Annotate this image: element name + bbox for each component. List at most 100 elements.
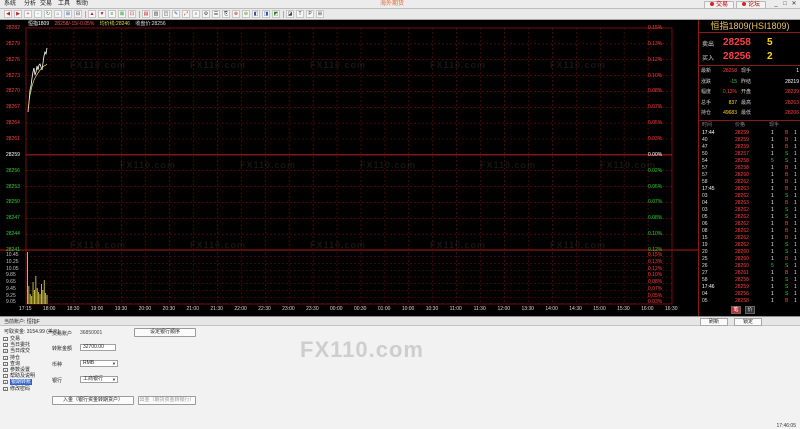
- tree-expand-icon[interactable]: +: [3, 367, 8, 372]
- tick-cell: 17:44: [702, 130, 715, 136]
- volume-percent-label: 0.07%: [648, 285, 663, 292]
- tick-row: 05 28262 1 S 1: [699, 214, 800, 221]
- tree-expand-icon[interactable]: +: [3, 361, 8, 366]
- watermark-logo: FX110.com: [430, 60, 487, 70]
- forum-button[interactable]: 论坛: [736, 1, 766, 9]
- percent-axis-label: 0.10%: [648, 231, 663, 238]
- toolbar-tool-27-icon[interactable]: ◪: [286, 10, 294, 18]
- toolbar-tool-20-icon[interactable]: ☰: [212, 10, 220, 18]
- tree-expand-icon[interactable]: +: [3, 355, 8, 360]
- toolbar-tool-23-icon[interactable]: ⊖: [242, 10, 250, 18]
- menu-help[interactable]: 帮助: [76, 0, 88, 9]
- tick-row: 04 28256 1 S 1: [699, 291, 800, 298]
- tab-ticks[interactable]: 笔: [731, 306, 741, 314]
- toolbar-tool-16-icon[interactable]: ✎: [172, 10, 180, 18]
- toolbar-tool-26-icon[interactable]: ◩: [272, 10, 280, 18]
- toolbar-tool-2-icon[interactable]: +: [24, 10, 32, 18]
- deposit-button[interactable]: 入金（银行资金转期货户）: [52, 396, 134, 405]
- toolbar-tool-18-icon[interactable]: ⌕: [192, 10, 200, 18]
- tree-expand-icon[interactable]: +: [3, 337, 8, 341]
- toolbar-tool-1-icon[interactable]: ▶: [14, 10, 22, 18]
- toolbar-tool-10-icon[interactable]: ≡: [108, 10, 116, 18]
- withdraw-button[interactable]: 出金（期货资金转银行）: [138, 396, 196, 405]
- bid-row[interactable]: 买入 28256 2: [699, 50, 800, 63]
- maximize-icon[interactable]: □: [781, 1, 789, 8]
- toolbar-tool-19-icon[interactable]: ⚙: [202, 10, 210, 18]
- toolbar-tool-14-icon[interactable]: ▥: [152, 10, 160, 18]
- tick-cell: S: [785, 291, 789, 297]
- toolbar-tool-9-icon[interactable]: ▼: [98, 10, 106, 18]
- menu-analysis[interactable]: 分析: [24, 0, 36, 9]
- toolbar-tool-7-icon[interactable]: ⊟: [74, 10, 82, 18]
- close-icon[interactable]: ✕: [790, 1, 798, 8]
- tick-row: 08 28262 1 B 1: [699, 228, 800, 235]
- menu-tools[interactable]: 工具: [58, 0, 70, 9]
- tree-expand-icon[interactable]: +: [3, 374, 8, 379]
- tab-price[interactable]: 价: [745, 306, 755, 314]
- toolbar-tool-30-icon[interactable]: ⊞: [316, 10, 324, 18]
- minimize-icon[interactable]: _: [772, 1, 780, 8]
- toolbar-tool-28-icon[interactable]: T: [296, 10, 304, 18]
- tick-cell: B: [785, 172, 789, 178]
- tree-expand-icon[interactable]: +: [3, 349, 8, 354]
- toolbar-tool-4-icon[interactable]: ↻: [44, 10, 52, 18]
- ask-row[interactable]: 卖出 28258 5: [699, 36, 800, 49]
- toolbar-tool-21-icon[interactable]: ⎘: [222, 10, 230, 18]
- tick-cell: 1: [771, 193, 774, 199]
- toolbar-tool-13-icon[interactable]: ▤: [142, 10, 150, 18]
- volume-axis-label: 9.85: [6, 272, 16, 279]
- tick-cell: 1: [771, 200, 774, 206]
- toolbar-tool-6-icon[interactable]: ⊞: [64, 10, 72, 18]
- tick-cell: 04: [702, 291, 708, 297]
- tick-cell: B: [785, 186, 789, 192]
- toolbar-tool-11-icon[interactable]: ⊠: [118, 10, 126, 18]
- tick-cell: 28258: [735, 158, 749, 164]
- set-bank-order-button[interactable]: 设定银行顺序: [134, 328, 196, 337]
- tree-item[interactable]: + 修改密码: [2, 386, 50, 392]
- tree-expand-icon[interactable]: +: [3, 380, 8, 385]
- tree-expand-icon[interactable]: +: [3, 386, 8, 391]
- trade-button[interactable]: 交易: [704, 1, 734, 9]
- tick-cell: 28262: [735, 235, 749, 241]
- intraday-chart[interactable]: 恒指1809 28258/-15/-0.05% 均价线:28246 收盘价:28…: [0, 20, 698, 312]
- watermark-logo: FX110.com: [240, 160, 297, 170]
- toolbar-tool-5-icon[interactable]: ⌂: [54, 10, 62, 18]
- tick-cell: 15: [702, 235, 708, 241]
- refresh-button[interactable]: 刷新: [700, 318, 728, 326]
- tick-cell: B: [785, 270, 789, 276]
- amount-input[interactable]: 32700.00: [80, 344, 116, 351]
- tick-cell: 1: [771, 144, 774, 150]
- toolbar-tool-17-icon[interactable]: ⤢: [182, 10, 190, 18]
- volume-percent-label: 0.05%: [648, 292, 663, 299]
- tick-cell: 1: [794, 235, 797, 241]
- time-axis-label: 14:30: [569, 306, 582, 312]
- price-line: [27, 47, 48, 113]
- tree-expand-icon[interactable]: +: [3, 343, 8, 348]
- toolbar-tool-8-icon[interactable]: ▲: [88, 10, 96, 18]
- tick-cell: 1: [794, 256, 797, 262]
- tick-row: 25 28260 1 B 1: [699, 256, 800, 263]
- bank-select[interactable]: 工商银行 ▼: [80, 376, 118, 383]
- toolbar-tool-22-icon[interactable]: ⊕: [232, 10, 240, 18]
- time-axis-label: 12:00: [497, 306, 511, 312]
- account-title: 当前账户: 恒指F: [4, 319, 40, 325]
- toolbar-tool-0-icon[interactable]: ◀: [4, 10, 12, 18]
- toolbar-tool-3-icon[interactable]: -: [34, 10, 42, 18]
- toolbar-tool-25-icon[interactable]: ◨: [262, 10, 270, 18]
- tick-cell: 58: [702, 277, 708, 283]
- time-axis-label: 22:30: [258, 306, 271, 312]
- lock-button[interactable]: 锁定: [734, 318, 762, 326]
- toolbar-tool-24-icon[interactable]: ◧: [252, 10, 260, 18]
- price-axis-label: 28276: [6, 56, 20, 63]
- toolbar-tool-29-icon[interactable]: P: [306, 10, 314, 18]
- tick-cell: S: [785, 214, 789, 220]
- watermark-logo: FX110.com: [120, 160, 177, 170]
- percent-axis-label: 0.13%: [648, 40, 663, 47]
- toolbar-tool-12-icon[interactable]: ⊡: [128, 10, 136, 18]
- menu-bar: 系统 分析 交易 工具 帮助 海外期货 交易 论坛 _ □ ✕: [0, 0, 800, 9]
- tick-cell: 1: [794, 242, 797, 248]
- toolbar-tool-15-icon[interactable]: ◫: [162, 10, 170, 18]
- menu-trade[interactable]: 交易: [40, 0, 52, 9]
- menu-system[interactable]: 系统: [4, 0, 16, 9]
- currency-select[interactable]: RMB ▼: [80, 360, 118, 367]
